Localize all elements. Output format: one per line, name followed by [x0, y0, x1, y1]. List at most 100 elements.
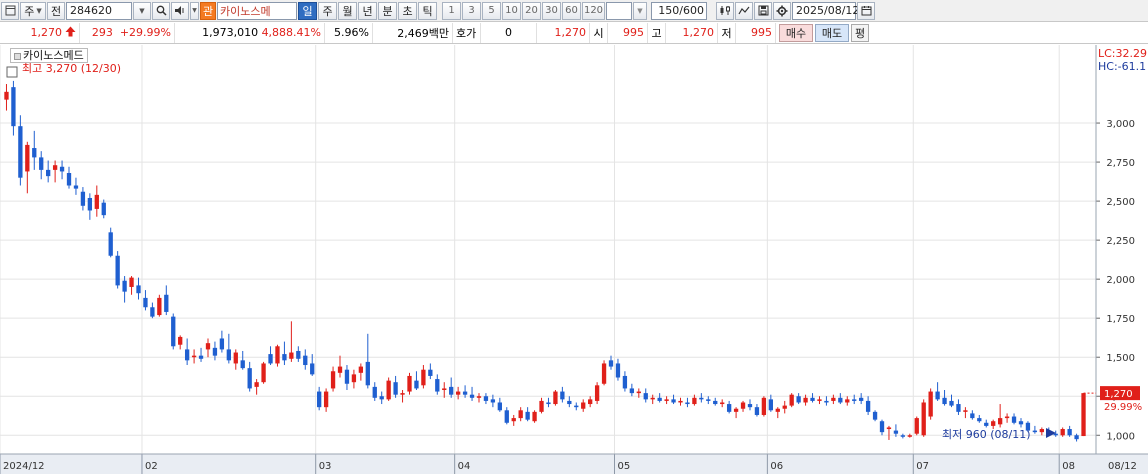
search-icon[interactable] — [152, 1, 170, 20]
date-input[interactable]: 2025/08/12 — [792, 1, 859, 20]
y-tick-label: 1,000 — [1106, 431, 1135, 442]
candle-body — [52, 165, 58, 170]
candle-body — [553, 391, 558, 405]
candle-body — [567, 400, 572, 405]
candle-body — [87, 197, 93, 211]
candle-body — [615, 363, 621, 378]
candle-body — [706, 399, 711, 401]
tab-monthly[interactable]: 월 — [338, 1, 357, 20]
chart-legend[interactable]: 카이노스메드 — [10, 48, 88, 63]
candle-body — [1039, 429, 1044, 433]
count-field[interactable]: 150/600 — [651, 1, 707, 20]
candlestick-chart[interactable]: 3,0002,7502,5002,2502,0001,7501,5001,250… — [0, 45, 1148, 474]
date-axis-panel — [0, 454, 1148, 474]
dropdown-arrow-icon[interactable]: ▼ — [133, 1, 151, 20]
turnover-rate: 5.96% — [325, 22, 373, 43]
candle-body — [949, 400, 954, 406]
interval-1[interactable]: 1 — [442, 1, 461, 20]
eval-button[interactable]: 평 — [851, 23, 869, 42]
candle-body — [622, 375, 628, 389]
candle-body — [671, 399, 676, 403]
prev-button[interactable]: 전 — [47, 1, 65, 20]
interval-30[interactable]: 30 — [542, 1, 561, 20]
candle-body — [942, 397, 947, 405]
volume-rate: 4,888.41% — [261, 26, 321, 39]
custom-interval-input[interactable] — [606, 1, 632, 20]
price-change: 293 — [91, 26, 113, 39]
candle-body — [740, 402, 746, 409]
gear-icon[interactable] — [773, 1, 791, 20]
tab-daily[interactable]: 일 — [298, 1, 317, 20]
custom-interval-dropdown-icon[interactable]: ▼ — [633, 1, 647, 20]
candle-body — [497, 402, 502, 411]
candle-body — [94, 194, 99, 209]
candle-body — [11, 87, 16, 127]
trendline-icon[interactable] — [735, 1, 753, 20]
candle-body — [1053, 433, 1058, 436]
candle-body — [46, 169, 51, 177]
candle-body — [824, 400, 829, 403]
candle-body — [178, 336, 183, 345]
candle-body — [4, 91, 9, 100]
tab-weekly[interactable]: 주 — [318, 1, 337, 20]
candle-body — [462, 391, 468, 395]
candle-body — [733, 408, 739, 412]
tab-tick[interactable]: 틱 — [418, 1, 437, 20]
candle-body — [796, 396, 801, 403]
x-tick-label: 03 — [319, 461, 332, 472]
interval-20[interactable]: 20 — [522, 1, 541, 20]
price-change-rate: +29.99% — [119, 26, 171, 39]
candle-body — [560, 391, 565, 400]
tab-yearly[interactable]: 년 — [358, 1, 377, 20]
interval-60[interactable]: 60 — [562, 1, 581, 20]
candle-body — [73, 185, 79, 189]
candle-body — [351, 374, 357, 383]
candle-body — [997, 418, 1003, 425]
candle-body — [171, 316, 176, 347]
tab-second[interactable]: 초 — [398, 1, 417, 20]
candle-type-icon[interactable] — [716, 1, 734, 20]
x-tick-label: 07 — [916, 461, 929, 472]
stock-code-input[interactable]: 284620 — [66, 1, 132, 20]
interval-5[interactable]: 5 — [482, 1, 501, 20]
chart-toolbar: 주 ▼ 전 284620 ▼ ▼ 관 카이노스메 일 주 월 년 분 초 틱 1 … — [0, 0, 1148, 22]
high-label: 고 — [648, 22, 666, 43]
sell-button[interactable]: 매도 — [815, 23, 849, 42]
buy-button[interactable]: 매수 — [779, 23, 813, 42]
candle-body — [164, 294, 169, 312]
candle-body — [761, 397, 767, 415]
candle-body — [66, 173, 72, 186]
candle-body — [977, 418, 982, 422]
alert-tag[interactable]: 관 — [200, 1, 216, 20]
candle-body — [845, 399, 850, 403]
tab-minute[interactable]: 분 — [378, 1, 397, 20]
candle-body — [1018, 421, 1024, 425]
candle-body — [101, 202, 106, 216]
speaker-icon[interactable] — [171, 1, 189, 20]
candle-body — [449, 386, 454, 395]
interval-3[interactable]: 3 — [462, 1, 481, 20]
speaker-menu-arrow-icon[interactable]: ▼ — [190, 1, 199, 20]
interval-120[interactable]: 120 — [582, 1, 605, 20]
low-annotation: 최저 960 (08/11) — [942, 428, 1031, 441]
candle-body — [720, 402, 725, 405]
chart-area[interactable]: 3,0002,7502,5002,2502,0001,7501,5001,250… — [0, 45, 1148, 474]
save-icon[interactable] — [754, 1, 772, 20]
candle-body — [18, 126, 23, 178]
y-tick-label: 2,250 — [1106, 236, 1135, 247]
candle-body — [643, 393, 648, 400]
current-price-badge-label: 1,270 — [1104, 389, 1133, 400]
candle-body — [803, 397, 808, 403]
calendar-icon[interactable] — [857, 1, 875, 20]
candle-body — [525, 411, 530, 420]
window-icon[interactable] — [1, 1, 19, 20]
quote-label: 호가 — [453, 22, 481, 43]
market-select[interactable]: 주 ▼ — [20, 1, 46, 20]
candle-body — [247, 368, 252, 389]
y-tick-label: 3,000 — [1106, 119, 1135, 130]
low-label: 저 — [718, 22, 736, 43]
candle-body — [594, 385, 600, 401]
interval-10[interactable]: 10 — [502, 1, 521, 20]
candle-body — [879, 421, 885, 433]
candle-body — [636, 391, 641, 394]
